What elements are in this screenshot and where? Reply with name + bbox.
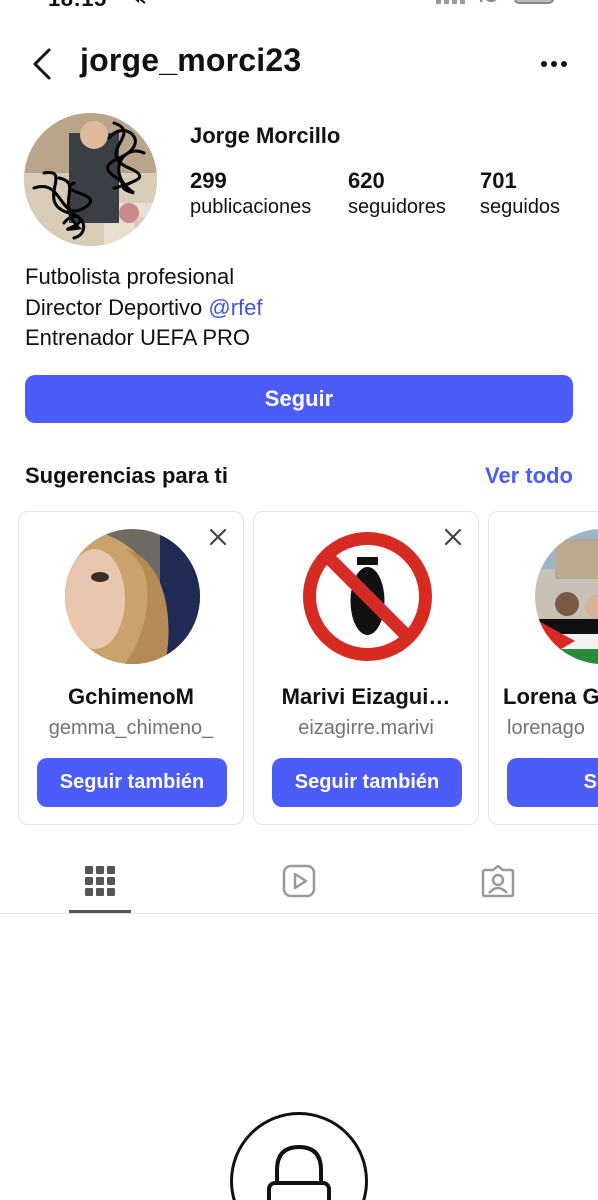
suggestion-handle: eizagirre.marivi <box>298 717 434 739</box>
see-all-link[interactable]: Ver todo <box>485 463 573 489</box>
no-bomb-sign-icon <box>300 529 435 664</box>
stat-posts[interactable]: 299 publicaciones <box>190 168 311 219</box>
status-bar: 18:15 4G <box>0 0 598 12</box>
suggestion-photo <box>65 529 200 664</box>
suggestion-photo <box>535 529 598 664</box>
stat-following-label: seguidos <box>480 196 561 218</box>
bio-line: Futbolista profesional <box>25 264 235 289</box>
signal-icon <box>436 0 466 4</box>
mute-icon <box>135 0 146 4</box>
suggestion-avatar[interactable] <box>535 529 598 664</box>
bio-text: Director Deportivo <box>25 294 209 320</box>
profile-screen: 18:15 4G jorge_morci23 <box>0 0 598 1200</box>
tab-posts-grid[interactable] <box>70 858 130 904</box>
suggestions-title: Sugerencias para ti <box>25 463 228 488</box>
follow-also-button[interactable]: Seg <box>507 758 598 807</box>
follow-also-button[interactable]: Seguir también <box>37 758 227 807</box>
suggestion-name: Marivi Eizagui… <box>281 684 451 709</box>
private-lock-badge <box>230 1112 368 1200</box>
profile-bio: Futbolista profesional Director Deportiv… <box>25 262 263 354</box>
profile-avatar[interactable] <box>24 113 157 246</box>
network-label: 4G <box>474 0 498 7</box>
lock-icon <box>267 1144 331 1200</box>
close-icon[interactable] <box>442 526 464 548</box>
suggestion-card[interactable]: Marivi Eizagui… eizagirre.marivi Seguir … <box>253 511 479 825</box>
stat-posts-count: 299 <box>190 168 227 193</box>
suggestion-avatar[interactable] <box>300 529 435 664</box>
suggestion-card[interactable]: Lorena G lorenago Seg <box>488 511 598 825</box>
suggestion-handle: gemma_chimeno_ <box>48 717 214 739</box>
tab-tagged[interactable] <box>468 858 528 904</box>
stat-followers-label: seguidores <box>348 196 446 218</box>
stat-posts-label: publicaciones <box>190 196 312 218</box>
more-options-button[interactable] <box>534 50 574 78</box>
tagged-icon <box>481 864 515 898</box>
battery-icon <box>514 0 554 4</box>
chevron-left-icon <box>33 48 51 80</box>
back-button[interactable] <box>22 44 62 84</box>
suggestion-card[interactable]: GchimenoM gemma_chimeno_ Seguir también <box>18 511 244 825</box>
suggestion-name: Lorena G <box>503 684 598 709</box>
close-icon[interactable] <box>207 526 229 548</box>
tab-divider <box>0 913 598 914</box>
follow-also-button[interactable]: Seguir también <box>272 758 462 807</box>
stat-followers-count: 620 <box>348 168 385 193</box>
bio-line: Director Deportivo @rfef <box>25 293 263 324</box>
stat-following-count: 701 <box>480 168 517 193</box>
follow-button[interactable]: Seguir <box>25 375 573 423</box>
suggestion-handle: lorenago <box>507 717 585 739</box>
reels-icon <box>282 864 316 898</box>
more-horizontal-icon <box>541 61 567 67</box>
stat-following[interactable]: 701 seguidos <box>480 168 560 219</box>
display-name: Jorge Morcillo <box>190 123 341 148</box>
grid-icon <box>85 866 115 896</box>
stat-followers[interactable]: 620 seguidores <box>348 168 446 219</box>
bio-mention-link[interactable]: @rfef <box>208 295 262 320</box>
suggestion-name: GchimenoM <box>68 684 194 709</box>
profile-username: jorge_morci23 <box>80 42 302 78</box>
avatar-photo <box>24 113 157 246</box>
status-time: 18:15 <box>48 0 107 12</box>
suggestion-avatar[interactable] <box>65 529 200 664</box>
tab-reels[interactable] <box>269 858 329 904</box>
bio-line: Entrenador UEFA PRO <box>25 325 250 350</box>
